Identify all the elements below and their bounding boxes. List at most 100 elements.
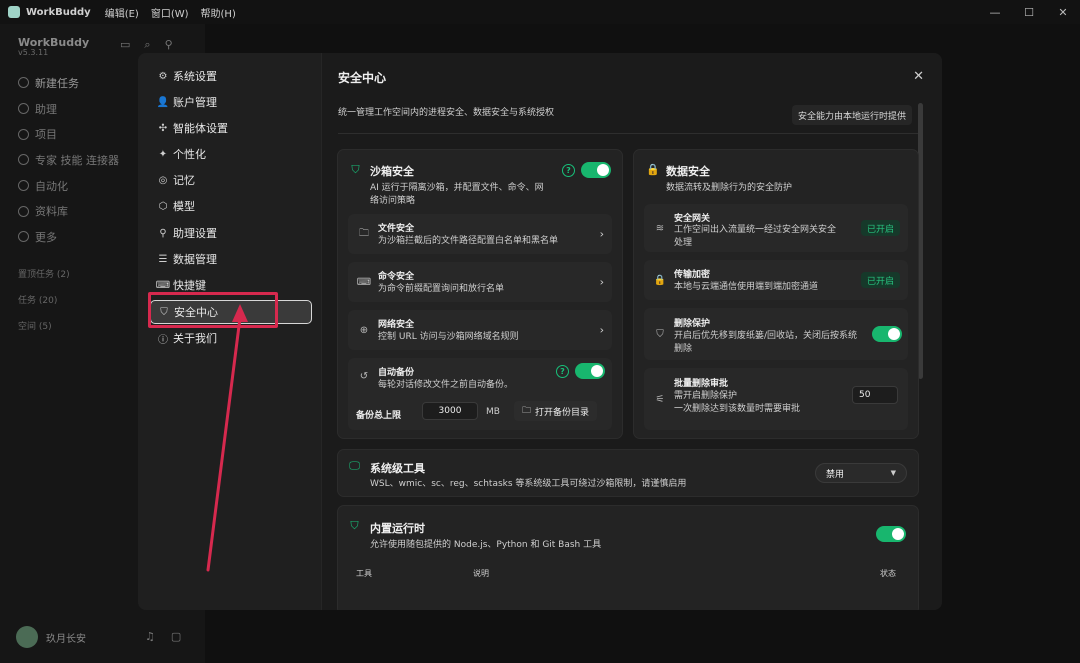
table-header-status: 状态 — [880, 569, 896, 578]
table-header-tool: 工具 — [356, 569, 372, 578]
help-icon[interactable]: ? — [562, 164, 575, 177]
help-icon[interactable]: ? — [556, 365, 569, 378]
nav-account[interactable]: 👤 账户管理 — [150, 90, 312, 114]
network-security-row[interactable]: ⊕ 网络安全 控制 URL 访问与沙箱网络域名规则 › — [348, 310, 612, 350]
batch-delete-approval-row: ⚟ 批量删除审批 需开启删除保护 一次删除达到该数量时需要审批 50 — [644, 368, 908, 430]
cube-icon: ⬡ — [158, 200, 168, 212]
open-backup-dir-button[interactable]: 🗀 打开备份目录 — [514, 401, 598, 421]
user-gear-icon: ⚲ — [159, 227, 167, 239]
bg-group: 置顶任务 (2) — [18, 269, 70, 280]
shield-icon: ⛉ — [351, 163, 360, 176]
nav-personalize[interactable]: ✦ 个性化 — [150, 142, 312, 166]
monitor-icon: 🖵 — [349, 459, 360, 472]
status-badge: 已开启 — [860, 220, 900, 236]
menu-help[interactable]: 帮助(H) — [201, 5, 236, 20]
lock-icon: 🔒 — [653, 274, 667, 286]
nav-agent[interactable]: ✣ 智能体设置 — [150, 116, 312, 140]
chevron-right-icon: › — [599, 227, 604, 241]
bg-nav-item: 项目 — [18, 121, 119, 147]
info-icon: ⓘ — [158, 334, 168, 346]
shield-icon: ⛉ — [350, 519, 359, 532]
file-security-row[interactable]: 🗀 文件安全 为沙箱拦截后的文件路径配置白名单和黑名单 › — [348, 214, 612, 254]
bg-nav-item: 新建任务 — [18, 70, 119, 96]
table-header-desc: 说明 — [473, 569, 489, 578]
nav-system-settings[interactable]: ⚙ 系统设置 — [150, 64, 312, 88]
location-icon: ◎ — [158, 174, 168, 186]
chevron-right-icon: › — [599, 323, 604, 337]
terminal-icon: ⌨ — [356, 276, 372, 288]
bg-user: 玖月长安 — [16, 626, 86, 648]
panel-icon: ▭ — [120, 38, 131, 51]
chat-icon: ▢ — [170, 630, 182, 643]
nav-about[interactable]: ⓘ 关于我们 — [150, 326, 312, 350]
divider — [338, 133, 918, 134]
bg-user-icons: ♫ ▢ — [145, 630, 181, 643]
caret-down-icon: ▼ — [890, 469, 896, 477]
status-badge: 已开启 — [860, 272, 900, 288]
keyboard-icon: ⌨ — [155, 279, 171, 291]
shield-icon: ⛉ — [656, 328, 664, 340]
system-tools-card: 🖵 系统级工具 WSL、wmic、sc、reg、schtasks 等系统级工具可… — [337, 449, 919, 497]
history-icon: ↺ — [359, 370, 369, 382]
chevron-right-icon: › — [599, 275, 604, 289]
row-subtitle: 工作空间出入流量统一经过安全网关安全 — [674, 225, 837, 235]
minimize-button[interactable]: — — [978, 0, 1012, 24]
menu-edit[interactable]: 编辑(E) — [105, 5, 139, 20]
menu-window[interactable]: 窗口(W) — [151, 5, 189, 20]
settings-content: 安全中心 ✕ 统一管理工作空间内的进程安全、数据安全与系统授权 安全能力由本地运… — [321, 53, 942, 610]
row-title: 网络安全 — [378, 320, 415, 330]
sliders-icon: ⚟ — [655, 393, 665, 405]
automation-icon — [18, 180, 29, 192]
row-title: 删除保护 — [674, 319, 711, 329]
bg-nav-item: 资料库 — [18, 198, 119, 224]
security-gateway-row: ≋ 安全网关 工作空间出入流量统一经过安全网关安全 处理 已开启 — [644, 204, 908, 252]
bg-nav: 新建任务 助理 项目 专家 技能 连接器 自动化 资料库 更多 — [18, 70, 119, 250]
row-subtitle-2: 一次删除达到该数量时需要审批 — [674, 404, 801, 414]
delete-protection-row: ⛉ 删除保护 开启后优先移到废纸篓/回收站，关闭后按系统 删除 — [644, 308, 908, 360]
nav-model[interactable]: ⬡ 模型 — [150, 194, 312, 218]
command-security-row[interactable]: ⌨ 命令安全 为命令前缀配置询问和放行名单 › — [348, 262, 612, 302]
system-tools-subtitle: WSL、wmic、sc、reg、schtasks 等系统级工具可绕过沙箱限制，请… — [370, 479, 687, 489]
bell-icon: ♫ — [145, 630, 155, 643]
user-icon: 👤 — [156, 96, 170, 108]
annotation-highlight-box — [148, 292, 278, 328]
nav-data[interactable]: ☰ 数据管理 — [150, 247, 312, 271]
batch-delete-threshold-input[interactable]: 50 — [852, 386, 898, 404]
sparkle-icon: ✦ — [158, 148, 168, 160]
maximize-button[interactable]: ☐ — [1012, 0, 1046, 24]
app-logo-icon — [8, 6, 20, 18]
bg-nav-item: 自动化 — [18, 173, 119, 199]
sandbox-title: 沙箱安全 — [370, 165, 414, 178]
system-tools-title: 系统级工具 — [370, 462, 425, 475]
row-subtitle: 本地与云端通信使用端到端加密通道 — [674, 282, 819, 292]
row-title: 批量删除审批 — [674, 379, 729, 389]
close-icon[interactable]: ✕ — [913, 69, 924, 84]
bg-nav-item: 助理 — [18, 96, 119, 122]
backup-limit-input[interactable]: 3000 — [422, 402, 478, 420]
user-name: 玖月长安 — [46, 633, 86, 645]
row-subtitle: 控制 URL 访问与沙箱网络域名规则 — [378, 332, 519, 342]
page-title: 安全中心 — [338, 71, 387, 85]
row-title: 安全网关 — [674, 214, 711, 224]
more-icon — [18, 231, 29, 243]
expert-icon — [18, 154, 29, 166]
bg-group: 空间 (5) — [18, 321, 52, 332]
filter-icon: ⚲ — [164, 38, 173, 51]
sandbox-toggle[interactable] — [581, 162, 611, 178]
backup-unit: MB — [486, 407, 500, 417]
row-title: 命令安全 — [378, 272, 415, 282]
backup-toggle[interactable] — [575, 363, 605, 379]
gear-icon: ⚙ — [158, 70, 168, 82]
runtime-title: 内置运行时 — [370, 522, 425, 535]
plus-icon — [18, 77, 29, 89]
system-tools-select[interactable]: 禁用 ▼ — [815, 463, 907, 483]
folder-icon: 🗀 — [359, 227, 369, 239]
window-close-button[interactable]: ✕ — [1046, 0, 1080, 24]
nav-memory[interactable]: ◎ 记忆 — [150, 168, 312, 192]
runtime-toggle[interactable] — [876, 526, 906, 542]
bg-nav-item: 更多 — [18, 224, 119, 250]
nav-assistant[interactable]: ⚲ 助理设置 — [150, 221, 312, 245]
row-subtitle: 为沙箱拦截后的文件路径配置白名单和黑名单 — [378, 236, 559, 246]
sandbox-subtitle-2: 络访问策略 — [370, 196, 416, 206]
delete-protection-toggle[interactable] — [872, 326, 902, 342]
